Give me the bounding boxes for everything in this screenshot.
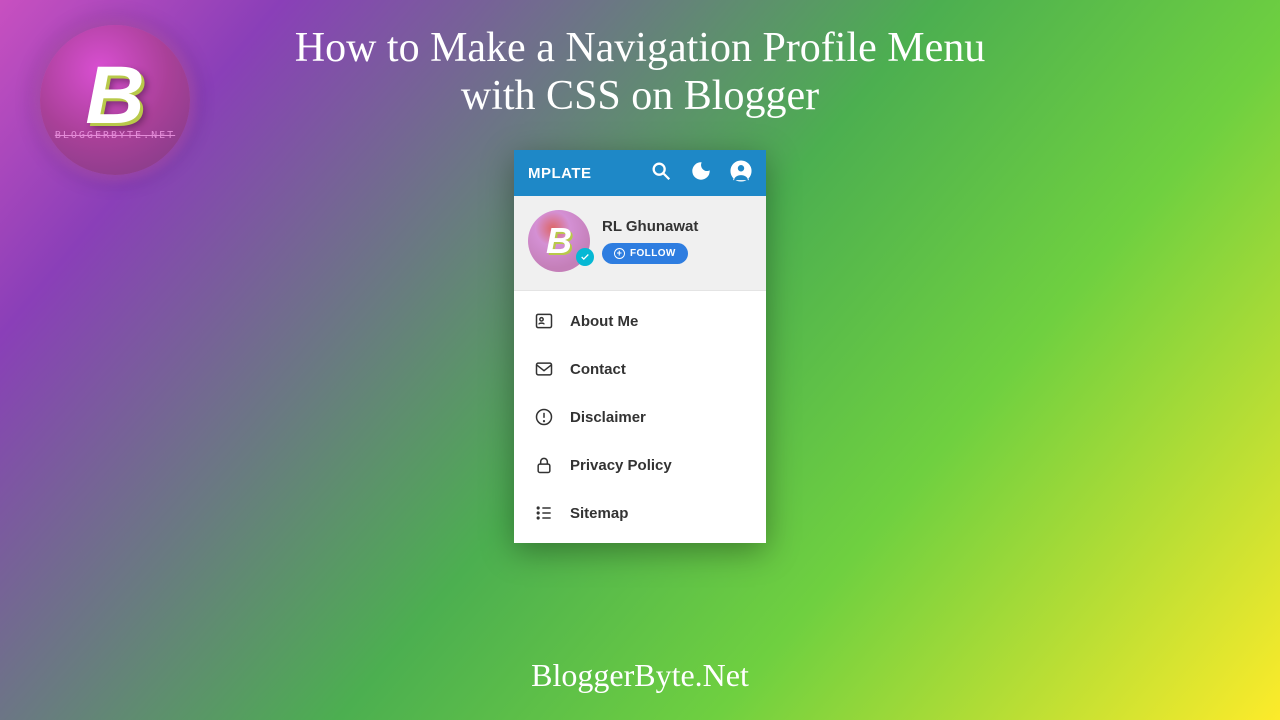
menu-item-disclaimer[interactable]: Disclaimer: [514, 393, 766, 441]
search-icon[interactable]: [650, 160, 672, 187]
dropdown-pointer: [738, 196, 756, 205]
mail-icon: [534, 359, 554, 379]
list-icon: [534, 503, 554, 523]
plus-circle-icon: +: [614, 248, 625, 259]
menu-label: About Me: [570, 313, 638, 330]
brand-label: MPLATE: [528, 165, 632, 182]
headline-line-1: How to Make a Navigation Profile Menu: [0, 24, 1280, 72]
menu-item-privacy[interactable]: Privacy Policy: [514, 441, 766, 489]
page-title: How to Make a Navigation Profile Menu wi…: [0, 24, 1280, 121]
avatar-wrap: B: [528, 210, 590, 272]
lock-icon: [534, 455, 554, 475]
verified-badge-icon: [576, 248, 594, 266]
menu-label: Sitemap: [570, 505, 628, 522]
card-header-bar: MPLATE: [514, 150, 766, 196]
menu-item-sitemap[interactable]: Sitemap: [514, 489, 766, 537]
menu-label: Contact: [570, 361, 626, 378]
profile-menu-card: MPLATE B RL Ghunawat + FOLLOW: [514, 150, 766, 543]
follow-label: FOLLOW: [630, 248, 676, 259]
menu-label: Disclaimer: [570, 409, 646, 426]
headline-line-2: with CSS on Blogger: [0, 72, 1280, 120]
profile-info: RL Ghunawat + FOLLOW: [602, 218, 752, 264]
profile-header: B RL Ghunawat + FOLLOW: [514, 196, 766, 291]
logo-subtext: BLOGGERBYTE.NET: [55, 130, 175, 141]
dark-mode-icon[interactable]: [690, 160, 712, 187]
profile-menu-list: About Me Contact Disclaimer Privacy Poli…: [514, 291, 766, 543]
user-card-icon: [534, 311, 554, 331]
alert-circle-icon: [534, 407, 554, 427]
avatar-letter: B: [546, 220, 572, 262]
profile-name: RL Ghunawat: [602, 218, 752, 235]
menu-label: Privacy Policy: [570, 457, 672, 474]
footer-brand: BloggerByte.Net: [0, 657, 1280, 694]
menu-item-contact[interactable]: Contact: [514, 345, 766, 393]
profile-icon[interactable]: [730, 160, 752, 187]
menu-item-about[interactable]: About Me: [514, 297, 766, 345]
follow-button[interactable]: + FOLLOW: [602, 243, 688, 264]
